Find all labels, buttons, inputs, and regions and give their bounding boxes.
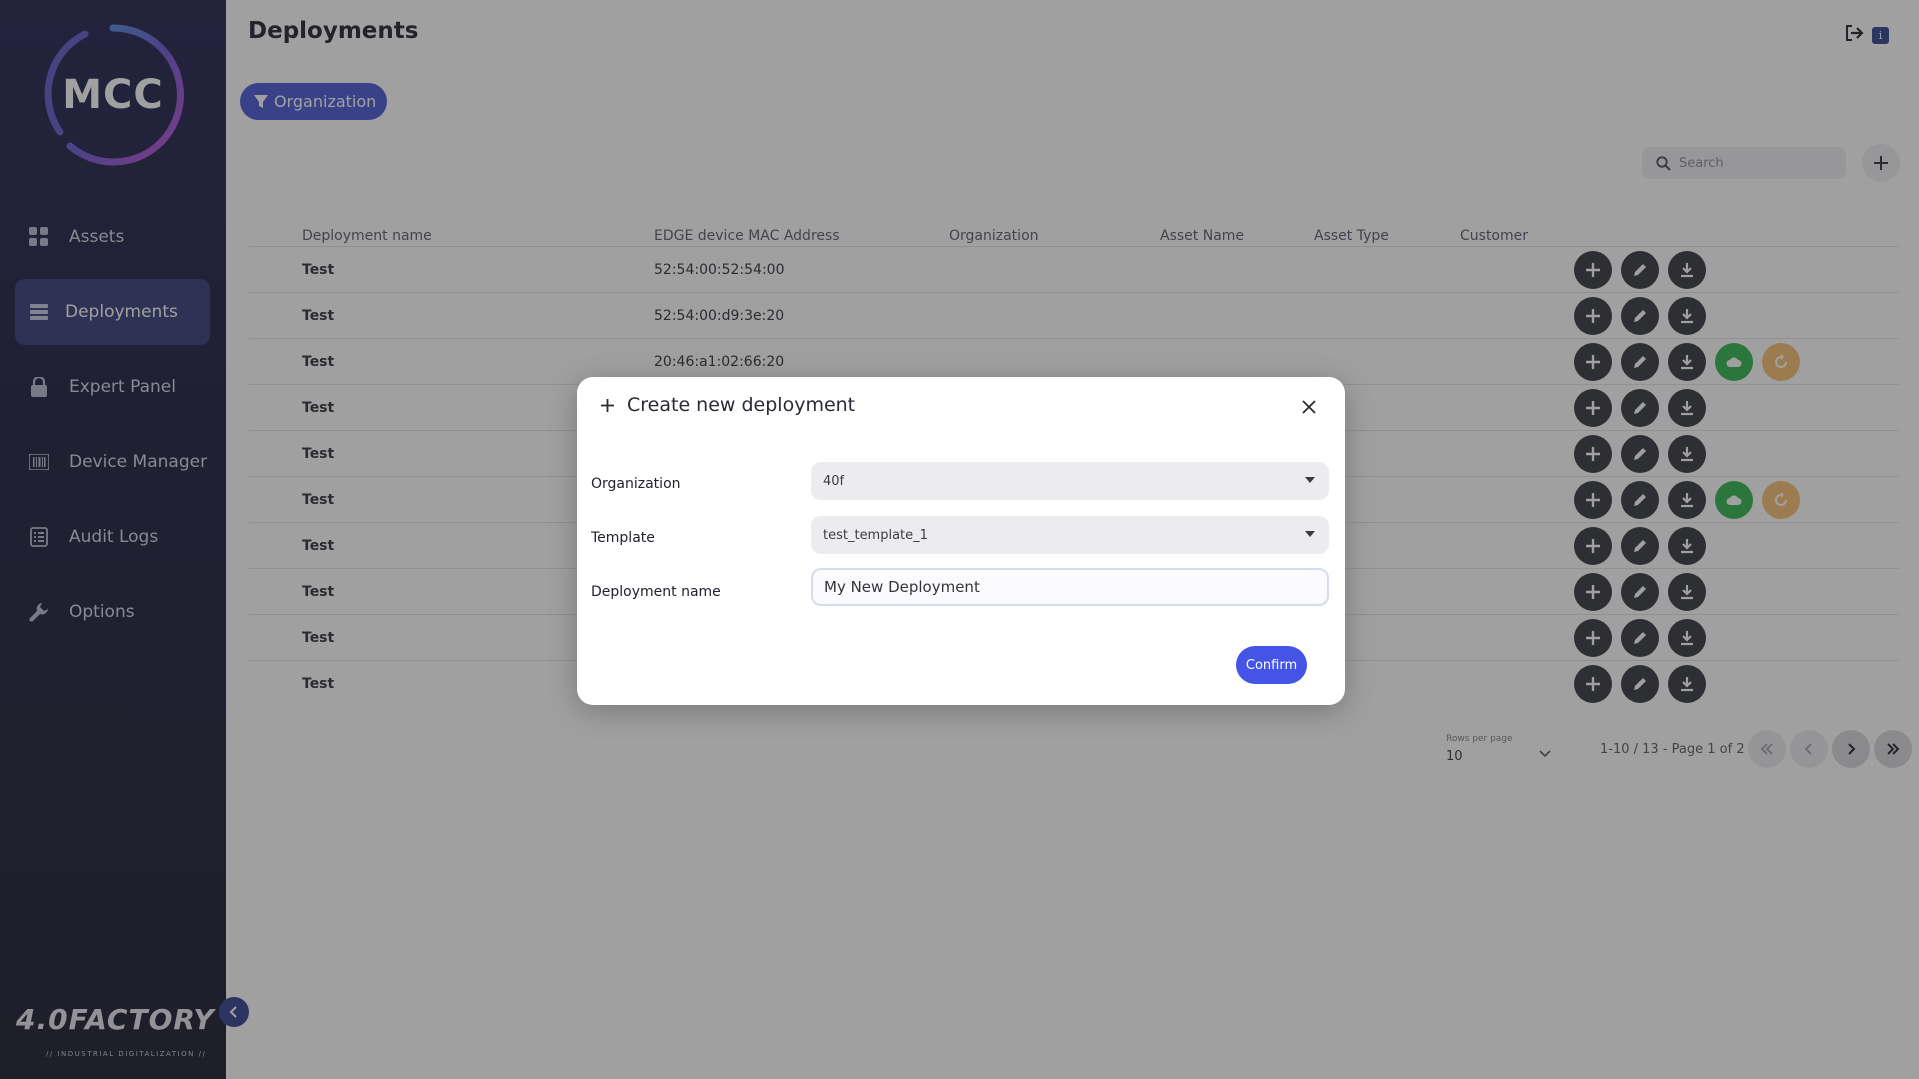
organization-label: Organization [591, 476, 681, 492]
organization-value: 40f [823, 473, 845, 489]
organization-select[interactable]: 40f [811, 462, 1329, 500]
template-label: Template [591, 530, 655, 546]
close-icon [1302, 400, 1316, 414]
deployment-name-label: Deployment name [591, 584, 721, 600]
dialog-title-text: Create new deployment [627, 394, 856, 416]
confirm-button[interactable]: Confirm [1236, 646, 1307, 684]
create-deployment-dialog: Create new deployment Organization 40f T… [577, 377, 1345, 705]
deployment-name-input[interactable] [811, 568, 1329, 606]
close-button[interactable] [1295, 393, 1323, 421]
caret-down-icon [1305, 531, 1315, 537]
template-value: test_template_1 [823, 527, 928, 543]
plus-icon [601, 398, 614, 412]
dialog-title: Create new deployment [600, 394, 855, 416]
caret-down-icon [1305, 477, 1315, 483]
template-select[interactable]: test_template_1 [811, 516, 1329, 554]
